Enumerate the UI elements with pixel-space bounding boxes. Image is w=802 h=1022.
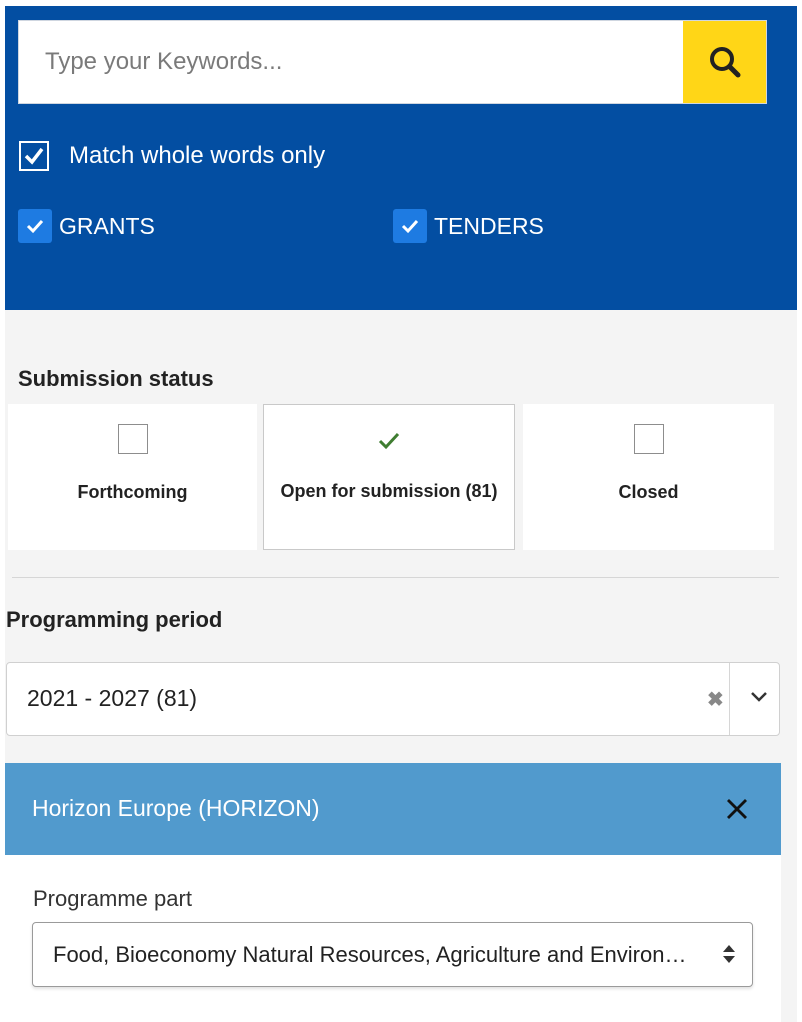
status-option-label: Open for submission (81) [280, 481, 498, 501]
search-input[interactable] [19, 21, 684, 103]
tenders-checkbox[interactable] [393, 209, 427, 243]
programming-period-title: Programming period [6, 607, 223, 632]
programme-part-label: Programme part [33, 886, 192, 911]
search-box [18, 20, 767, 104]
programme-header: Horizon Europe (HORIZON) [5, 763, 781, 855]
programme-part-value: Food, Bioeconomy Natural Resources, Agri… [53, 942, 693, 967]
grants-checkbox[interactable] [18, 209, 52, 243]
status-option-closed[interactable]: Closed [523, 404, 774, 550]
grants-label: GRANTS [59, 212, 155, 239]
programme-part-select[interactable]: Food, Bioeconomy Natural Resources, Agri… [32, 922, 753, 987]
forthcoming-checkbox[interactable] [117, 424, 148, 454]
close-icon[interactable] [725, 797, 749, 826]
check-icon [401, 219, 419, 234]
select-separator [729, 663, 730, 735]
status-option-forthcoming[interactable]: Forthcoming [8, 404, 257, 550]
open-checkbox[interactable] [377, 427, 401, 455]
match-whole-words-label: Match whole words only [69, 142, 326, 169]
clear-icon[interactable]: ✖ [707, 687, 724, 712]
grants-option[interactable]: GRANTS [18, 207, 155, 245]
sort-arrows-icon [721, 943, 737, 970]
chevron-down-icon[interactable] [749, 687, 769, 712]
section-divider [12, 577, 779, 578]
programme-body: Programme part Food, Bioeconomy Natural … [5, 855, 781, 1022]
programming-period-select[interactable]: 2021 - 2027 (81) ✖ [6, 662, 780, 736]
match-whole-words-checkbox[interactable] [19, 141, 49, 171]
check-icon [26, 219, 44, 234]
programming-period-value: 2021 - 2027 (81) [27, 685, 198, 711]
status-option-label: Closed [618, 482, 679, 502]
search-icon [709, 47, 740, 78]
tenders-option[interactable]: TENDERS [393, 207, 544, 245]
tenders-label: TENDERS [434, 212, 544, 239]
check-icon [378, 432, 400, 450]
closed-checkbox[interactable] [633, 424, 664, 454]
check-icon [24, 147, 44, 165]
submission-status-title: Submission status [18, 366, 214, 391]
match-whole-words-option[interactable]: Match whole words only [19, 139, 325, 173]
status-option-open[interactable]: Open for submission (81) [263, 404, 515, 550]
status-option-label: Forthcoming [77, 482, 188, 502]
programme-name: Horizon Europe (HORIZON) [32, 795, 320, 821]
search-button[interactable] [683, 21, 766, 103]
